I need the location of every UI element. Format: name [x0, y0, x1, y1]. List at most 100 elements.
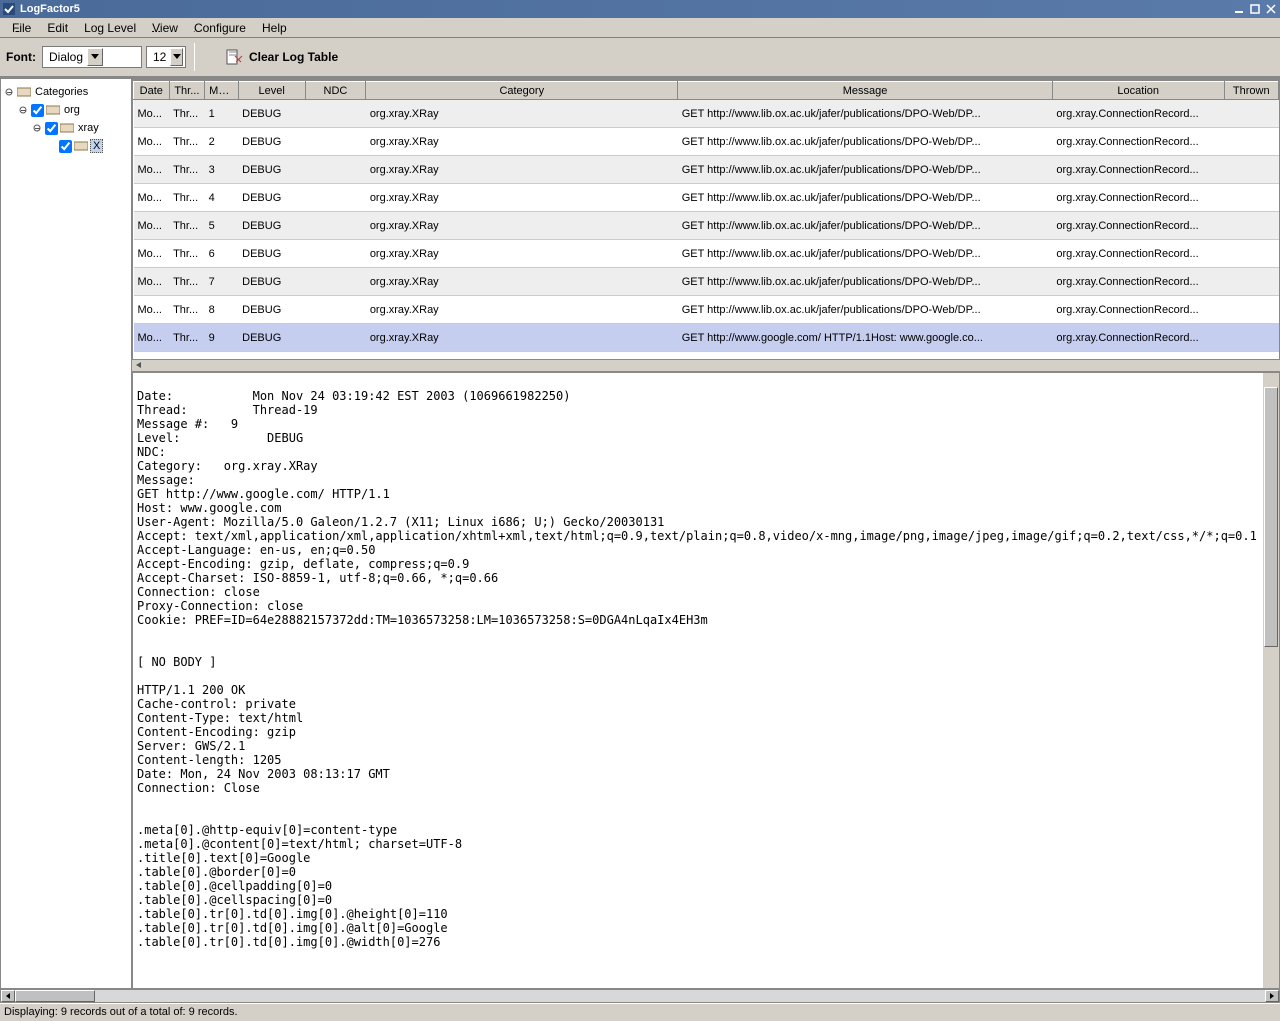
col-message-num[interactable]: Mes... [205, 82, 238, 100]
tree-checkbox-xray[interactable] [45, 122, 58, 135]
tree-node-xray[interactable]: xray [3, 119, 129, 137]
table-cell-thrown [1224, 268, 1278, 296]
menubar: File Edit Log Level View Configure Help [0, 18, 1280, 38]
table-row[interactable]: Mo...Thr...5DEBUGorg.xray.XRayGET http:/… [134, 212, 1279, 240]
menu-loglevel[interactable]: Log Level [76, 19, 144, 37]
tree-checkbox-x[interactable] [59, 140, 72, 153]
app-icon [2, 2, 16, 16]
scrollbar-thumb[interactable] [1264, 387, 1278, 647]
tree-node-xray-label: xray [76, 122, 101, 134]
col-message[interactable]: Message [678, 82, 1053, 100]
table-cell-message: GET http://www.google.com/ HTTP/1.1Host:… [678, 324, 1053, 352]
table-cell-category: org.xray.XRay [366, 212, 678, 240]
table-cell-message: GET http://www.lib.ox.ac.uk/jafer/public… [678, 268, 1053, 296]
clear-icon [225, 48, 243, 66]
table-row[interactable]: Mo...Thr...3DEBUGorg.xray.XRayGET http:/… [134, 156, 1279, 184]
table-cell-location: org.xray.ConnectionRecord... [1052, 100, 1224, 128]
table-cell-level: DEBUG [238, 240, 305, 268]
scroll-right-arrow-icon[interactable] [1265, 990, 1279, 1002]
clear-log-button[interactable]: Clear Log Table [219, 44, 344, 70]
categories-tree: Categories org xray X [1, 79, 131, 988]
minimize-button[interactable] [1232, 2, 1246, 16]
menu-edit[interactable]: Edit [39, 19, 76, 37]
tree-node-org[interactable]: org [3, 101, 129, 119]
col-thread[interactable]: Thr... [169, 82, 205, 100]
table-row[interactable]: Mo...Thr...1DEBUGorg.xray.XRayGET http:/… [134, 100, 1279, 128]
col-category[interactable]: Category [366, 82, 678, 100]
tree-expand-icon[interactable] [3, 88, 15, 97]
menu-help[interactable]: Help [254, 19, 295, 37]
close-button[interactable] [1264, 2, 1278, 16]
detail-vertical-scrollbar[interactable] [1263, 373, 1279, 988]
table-row[interactable]: Mo...Thr...6DEBUGorg.xray.XRayGET http:/… [134, 240, 1279, 268]
scrollbar-thumb[interactable] [15, 990, 95, 1002]
table-cell-msg: 4 [205, 184, 238, 212]
maximize-button[interactable] [1248, 2, 1262, 16]
table-cell-msg: 9 [205, 324, 238, 352]
table-cell-date: Mo... [134, 240, 170, 268]
categories-tree-panel: Categories org xray X [0, 78, 132, 989]
table-cell-level: DEBUG [238, 184, 305, 212]
font-combo-value: Dialog [49, 50, 83, 64]
table-cell-category: org.xray.XRay [366, 184, 678, 212]
col-date[interactable]: Date [134, 82, 170, 100]
table-cell-category: org.xray.XRay [366, 268, 678, 296]
table-cell-ndc [305, 268, 366, 296]
scrollbar-track[interactable] [15, 990, 1265, 1002]
table-cell-level: DEBUG [238, 128, 305, 156]
log-detail-text: Date: Mon Nov 24 03:19:42 EST 2003 (1069… [137, 389, 1257, 949]
table-cell-thrown [1224, 100, 1278, 128]
col-thrown[interactable]: Thrown [1224, 82, 1278, 100]
table-cell-thread: Thr... [169, 296, 205, 324]
tree-checkbox-org[interactable] [31, 104, 44, 117]
titlebar: LogFactor5 [0, 0, 1280, 18]
table-row[interactable]: Mo...Thr...9DEBUGorg.xray.XRayGET http:/… [134, 324, 1279, 352]
tree-root[interactable]: Categories [3, 83, 129, 101]
table-row[interactable]: Mo...Thr...8DEBUGorg.xray.XRayGET http:/… [134, 296, 1279, 324]
table-row[interactable]: Mo...Thr...4DEBUGorg.xray.XRayGET http:/… [134, 184, 1279, 212]
table-cell-date: Mo... [134, 128, 170, 156]
menu-view[interactable]: View [144, 19, 186, 37]
table-row[interactable]: Mo...Thr...7DEBUGorg.xray.XRayGET http:/… [134, 268, 1279, 296]
table-cell-date: Mo... [134, 184, 170, 212]
table-cell-msg: 2 [205, 128, 238, 156]
category-icon [60, 122, 74, 134]
menu-configure[interactable]: Configure [186, 19, 254, 37]
font-size-combo[interactable]: 12 [146, 46, 186, 68]
table-cell-thread: Thr... [169, 240, 205, 268]
menu-file[interactable]: File [4, 19, 39, 37]
log-table-container[interactable]: Date Thr... Mes... Level NDC Category Me… [132, 80, 1280, 360]
detail-top-scrollbar[interactable] [132, 360, 1280, 372]
table-cell-thread: Thr... [169, 324, 205, 352]
tree-expand-icon[interactable] [17, 106, 29, 115]
toolbar-separator [194, 43, 195, 71]
status-text: Displaying: 9 records out of a total of:… [4, 1006, 238, 1018]
table-cell-thrown [1224, 240, 1278, 268]
table-cell-thread: Thr... [169, 128, 205, 156]
tree-root-label: Categories [33, 86, 90, 98]
tree-expand-icon[interactable] [31, 124, 43, 133]
table-cell-message: GET http://www.lib.ox.ac.uk/jafer/public… [678, 156, 1053, 184]
table-cell-thrown [1224, 128, 1278, 156]
table-cell-message: GET http://www.lib.ox.ac.uk/jafer/public… [678, 128, 1053, 156]
log-table: Date Thr... Mes... Level NDC Category Me… [133, 81, 1279, 352]
table-cell-ndc [305, 156, 366, 184]
log-detail-panel[interactable]: Date: Mon Nov 24 03:19:42 EST 2003 (1069… [132, 372, 1280, 989]
font-combo[interactable]: Dialog [42, 46, 142, 68]
table-cell-date: Mo... [134, 100, 170, 128]
category-icon [46, 104, 60, 116]
col-location[interactable]: Location [1052, 82, 1224, 100]
chevron-down-icon [170, 48, 183, 66]
table-row[interactable]: Mo...Thr...2DEBUGorg.xray.XRayGET http:/… [134, 128, 1279, 156]
tree-node-x[interactable]: X [3, 137, 129, 155]
scroll-left-arrow-icon[interactable] [1, 990, 15, 1002]
table-cell-category: org.xray.XRay [366, 240, 678, 268]
table-cell-msg: 3 [205, 156, 238, 184]
table-cell-date: Mo... [134, 212, 170, 240]
col-ndc[interactable]: NDC [305, 82, 366, 100]
table-cell-msg: 6 [205, 240, 238, 268]
table-cell-thread: Thr... [169, 184, 205, 212]
col-level[interactable]: Level [238, 82, 305, 100]
bottom-horizontal-scrollbar[interactable] [0, 989, 1280, 1003]
font-label: Font: [6, 50, 36, 64]
